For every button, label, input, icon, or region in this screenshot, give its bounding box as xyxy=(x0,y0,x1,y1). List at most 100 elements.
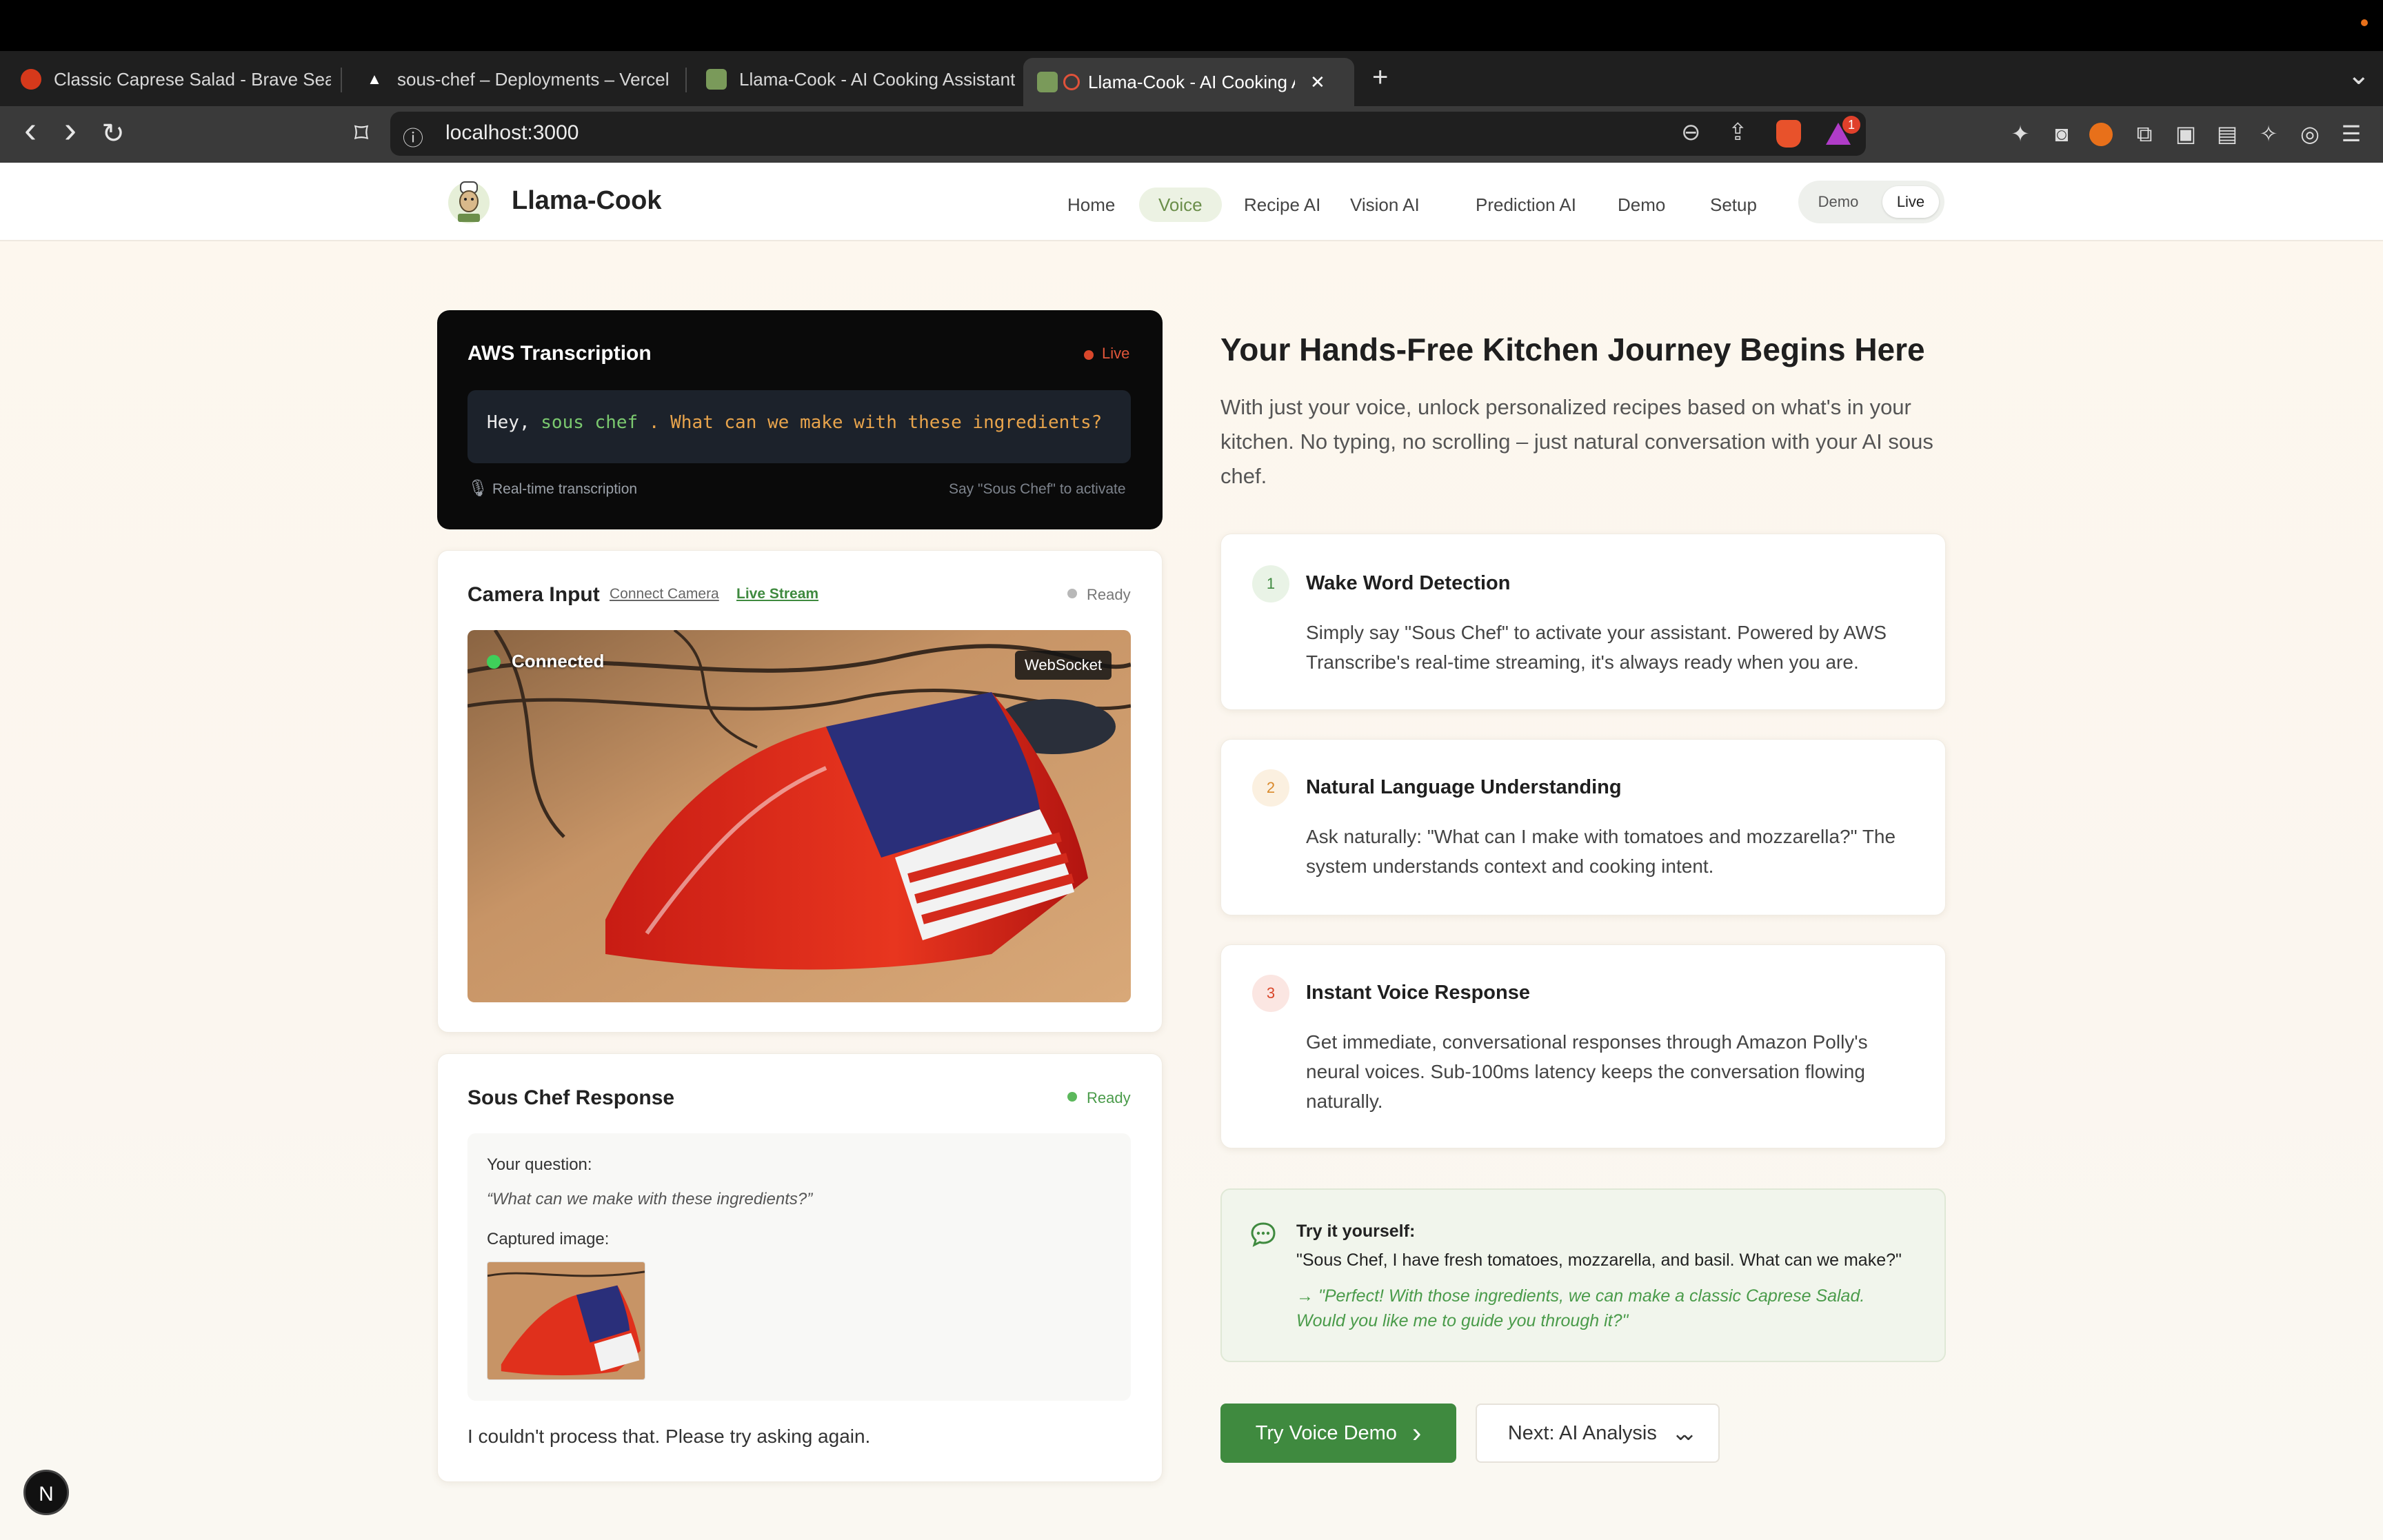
captured-image-thumbnail xyxy=(487,1262,645,1380)
recording-indicator xyxy=(2361,19,2368,26)
brave-shields-icon[interactable] xyxy=(1776,120,1801,148)
camera-extension-icon[interactable]: ◙ xyxy=(2048,120,2075,148)
vpn-icon[interactable]: ◎ xyxy=(2296,120,2324,148)
try-it-yourself-box xyxy=(1220,1188,1946,1362)
camera-status-label: Ready xyxy=(1087,586,1131,603)
new-tab-icon[interactable]: + xyxy=(1372,62,1388,93)
url-text[interactable]: localhost:3000 xyxy=(445,121,579,145)
microphone-icon: 🎙 xyxy=(467,479,489,498)
response-card-title: Sous Chef Response xyxy=(467,1086,675,1109)
wake-word: sous chef xyxy=(541,412,639,433)
nav-setup[interactable]: Setup xyxy=(1691,188,1776,222)
back-icon[interactable]: ‹ xyxy=(14,111,47,148)
feature-title: Wake Word Detection xyxy=(1306,572,1511,594)
feature-number-badge: 1 xyxy=(1252,565,1289,602)
live-stream-link[interactable]: Live Stream xyxy=(736,586,818,602)
connect-camera-link[interactable]: Connect Camera xyxy=(610,586,719,602)
camera-status-dot xyxy=(1067,589,1077,598)
double-chevron-down-icon: ⌄⌄ xyxy=(1671,1421,1697,1445)
captured-image-label: Captured image: xyxy=(487,1230,610,1248)
extensions-icon[interactable]: ⧉ xyxy=(2131,120,2158,148)
nav-voice[interactable]: Voice xyxy=(1139,188,1222,222)
wake-hint: Say "Sous Chef" to activate xyxy=(949,481,1126,497)
share-icon[interactable]: ⇪ xyxy=(1728,119,1748,146)
nextjs-dev-badge[interactable]: N xyxy=(23,1470,69,1515)
llama-cook-icon xyxy=(1037,72,1058,92)
hero-title: Your Hands-Free Kitchen Journey Begins H… xyxy=(1220,332,1925,367)
feature-number-badge: 2 xyxy=(1252,769,1289,807)
aws-card-title: AWS Transcription xyxy=(467,342,652,365)
feature-description: Get immediate, conversational responses … xyxy=(1306,1031,1868,1112)
page-background xyxy=(0,163,2383,1540)
close-tab-icon[interactable]: ✕ xyxy=(1310,72,1325,93)
mode-live-button[interactable]: Live xyxy=(1882,186,1939,218)
tab-label: Classic Caprese Salad - Brave Sea xyxy=(54,68,331,90)
address-bar[interactable] xyxy=(390,112,1866,156)
forward-icon[interactable]: › xyxy=(54,111,87,148)
transcript-prefix: Hey, xyxy=(487,412,541,433)
response-status-label: Ready xyxy=(1087,1089,1131,1106)
live-status-label: Live xyxy=(1102,345,1130,362)
tab-label: Llama-Cook - AI Cooking A xyxy=(1088,71,1295,92)
tab-vercel[interactable]: ▲ sous-chef – Deployments – Vercel xyxy=(350,58,681,101)
feature-description: Simply say "Sous Chef" to activate your … xyxy=(1306,622,1887,673)
tab-separator xyxy=(685,68,687,92)
llama-cook-icon xyxy=(706,69,727,90)
response-status-dot xyxy=(1067,1092,1077,1102)
connected-dot xyxy=(487,655,501,669)
question-text: “What can we make with these ingredients… xyxy=(487,1190,813,1208)
tab-label: Llama-Cook - AI Cooking Assistant xyxy=(739,68,1016,90)
next-ai-analysis-button[interactable]: Next: AI Analysis ⌄⌄ xyxy=(1476,1404,1720,1463)
site-info-icon[interactable]: ⓘ xyxy=(403,121,423,152)
tab-strip: Classic Caprese Salad - Brave Sea ▲ sous… xyxy=(0,51,2383,106)
tab-llama-cook[interactable]: Llama-Cook - AI Cooking Assistant xyxy=(692,58,1016,101)
reload-icon[interactable]: ↻ xyxy=(97,120,130,148)
brave-search-icon xyxy=(21,69,41,90)
feature-title: Natural Language Understanding xyxy=(1306,776,1622,798)
chat-bubble-icon xyxy=(1251,1222,1276,1247)
transcript-text: Hey, sous chef . What can we make with t… xyxy=(487,412,1102,433)
os-top-bar xyxy=(0,0,2383,51)
try-it-answer: → "Perfect! With those ingredients, we c… xyxy=(1296,1286,1865,1330)
feature-description: Ask naturally: "What can I make with tom… xyxy=(1306,826,1896,877)
mode-demo-button[interactable]: Demo xyxy=(1804,186,1873,218)
gift-icon[interactable]: ✦ xyxy=(2007,120,2034,148)
try-it-label: Try it yourself: xyxy=(1296,1222,1416,1241)
tab-separator xyxy=(341,68,342,92)
tab-brave-search[interactable]: Classic Caprese Salad - Brave Sea xyxy=(7,58,331,101)
next-ai-analysis-label: Next: AI Analysis xyxy=(1507,1421,1657,1444)
try-it-quote: "Sous Chef, I have fresh tomatoes, mozza… xyxy=(1296,1250,1902,1270)
question-label: Your question: xyxy=(487,1155,592,1174)
websocket-badge: WebSocket xyxy=(1015,651,1112,680)
camera-card-title: Camera Input xyxy=(467,583,600,606)
tab-llama-cook-active[interactable]: Llama-Cook - AI Cooking A ✕ xyxy=(1023,58,1354,106)
try-voice-demo-label: Try Voice Demo xyxy=(1255,1421,1397,1444)
nav-prediction-ai[interactable]: Prediction AI xyxy=(1456,188,1596,222)
brand-name[interactable]: Llama-Cook xyxy=(512,186,661,216)
sidebar-icon[interactable]: ▣ xyxy=(2172,120,2200,148)
leo-ai-icon[interactable]: ✧ xyxy=(2255,120,2282,148)
connected-label: Connected xyxy=(512,651,605,671)
recording-icon xyxy=(1063,74,1080,90)
vercel-icon: ▲ xyxy=(367,70,382,88)
transcript-query: . What can we make with these ingredient… xyxy=(638,412,1103,433)
nav-demo[interactable]: Demo xyxy=(1598,188,1685,222)
tab-label: sous-chef – Deployments – Vercel xyxy=(397,68,670,90)
camera-feed-image xyxy=(467,630,1131,1002)
bookmark-icon[interactable]: ⌑ xyxy=(345,120,378,148)
try-voice-demo-button[interactable]: Try Voice Demo › xyxy=(1220,1404,1456,1463)
response-answer-text: I couldn't process that. Please try aski… xyxy=(467,1426,871,1447)
zoom-icon[interactable]: ⊖ xyxy=(1681,119,1701,146)
nav-vision-ai[interactable]: Vision AI xyxy=(1331,188,1439,222)
wallet-icon[interactable]: ▤ xyxy=(2213,120,2241,148)
menu-icon[interactable]: ☰ xyxy=(2337,120,2365,148)
orange-extension-icon[interactable] xyxy=(2089,123,2113,146)
nav-home[interactable]: Home xyxy=(1048,188,1134,222)
tab-list-icon[interactable]: ⌄ xyxy=(2347,59,2371,91)
realtime-caption: Real-time transcription xyxy=(492,481,638,497)
feature-title: Instant Voice Response xyxy=(1306,982,1530,1004)
hero-subtitle: With just your voice, unlock personalize… xyxy=(1220,395,1933,488)
llama-logo-icon[interactable] xyxy=(447,176,491,229)
nav-recipe-ai[interactable]: Recipe AI xyxy=(1225,188,1340,222)
chevron-right-icon: › xyxy=(1411,1417,1422,1448)
